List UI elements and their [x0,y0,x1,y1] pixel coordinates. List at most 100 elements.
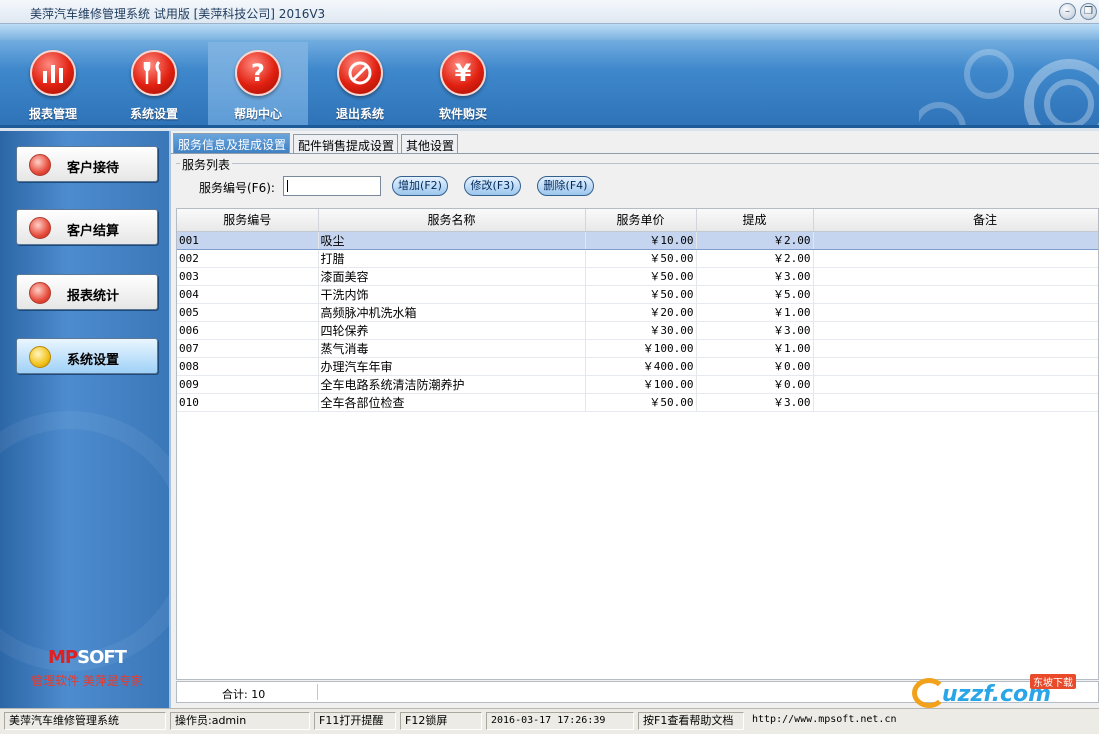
cell-note [813,231,1098,250]
tab-parts-commission[interactable]: 配件销售提成设置 [293,134,398,154]
cell-name: 高频脉冲机洗水箱 [318,303,586,322]
status-app-name: 美萍汽车维修管理系统 [4,712,166,730]
logo-mp-part: MP [48,647,78,668]
cell-commission: ￥2.00 [696,231,814,250]
cell-code: 007 [177,339,319,358]
red-dot-icon [29,217,51,239]
cell-price: ￥20.00 [585,303,697,322]
table-row[interactable]: 006 四轮保养 ￥30.00 ￥3.00 [177,321,1098,340]
text-caret [287,180,288,192]
cell-price: ￥50.00 [585,285,697,304]
restore-icon: ❐ [1084,6,1093,17]
cell-note [813,285,1098,304]
table-row[interactable]: 004 干洗内饰 ￥50.00 ￥5.00 [177,285,1098,304]
footer-divider [317,684,318,700]
status-f12-lock[interactable]: F12锁屏 [400,712,482,730]
tools-icon [131,50,177,96]
cell-note [813,375,1098,394]
delete-button[interactable]: 删除(F4) [537,176,594,196]
status-f11-reminder[interactable]: F11打开提醒 [314,712,396,730]
minimize-button[interactable]: – [1059,3,1076,20]
help-icon: ? [235,50,281,96]
table-row[interactable]: 002 打腊 ￥50.00 ￥2.00 [177,249,1098,268]
yen-icon: ¥ [440,50,486,96]
toolbar-exit-button[interactable]: 退出系统 [310,42,410,125]
red-dot-icon [29,282,51,304]
sidebar-report-label: 报表统计 [67,289,120,304]
toolbar-help-label: 帮助中心 [233,107,282,121]
cell-name: 四轮保养 [318,321,586,340]
cell-commission: ￥2.00 [696,249,814,268]
yellow-dot-icon [29,346,51,368]
column-header-commission[interactable]: 提成 [696,209,814,232]
column-header-price[interactable]: 服务单价 [585,209,697,232]
restore-button[interactable]: ❐ [1080,3,1097,20]
cell-code: 010 [177,393,319,412]
column-header-note[interactable]: 备注 [813,209,1098,232]
cell-code: 004 [177,285,319,304]
cell-commission: ￥0.00 [696,357,814,376]
table-row[interactable]: 010 全车各部位检查 ￥50.00 ￥3.00 [177,393,1098,412]
column-header-code[interactable]: 服务编号 [177,209,319,232]
window-title: 美萍汽车维修管理系统 试用版 [美萍科技公司] 2016V3 [30,7,326,21]
sidebar-checkout-button[interactable]: 客户结算 [16,209,158,245]
status-operator: 操作员:admin [170,712,310,730]
toolbar-help-button[interactable]: ? 帮助中心 [208,42,308,125]
prohibit-icon [337,50,383,96]
table-row[interactable]: 005 高频脉冲机洗水箱 ￥20.00 ￥1.00 [177,303,1098,322]
cell-price: ￥50.00 [585,393,697,412]
status-datetime: 2016-03-17 17:26:39 [486,712,634,730]
status-url[interactable]: http://www.mpsoft.net.cn [748,712,918,730]
sidebar-report-button[interactable]: 报表统计 [16,274,158,310]
table-row[interactable]: 008 办理汽车年审 ￥400.00 ￥0.00 [177,357,1098,376]
sidebar-settings-button[interactable]: 系统设置 [16,338,158,374]
minimize-icon: – [1065,6,1070,17]
cell-name: 全车电路系统清洁防潮养护 [318,375,586,394]
tab-divider [171,153,1099,154]
cell-name: 全车各部位检查 [318,393,586,412]
add-button[interactable]: 增加(F2) [392,176,448,196]
tab-other-settings[interactable]: 其他设置 [401,134,458,154]
service-code-input[interactable] [283,176,381,196]
table-row[interactable]: 003 漆面美容 ￥50.00 ￥3.00 [177,267,1098,286]
cell-name: 打腊 [318,249,586,268]
toolbar-buy-button[interactable]: ¥ 软件购买 [413,42,513,125]
toolbar-report-button[interactable]: 报表管理 [3,42,103,125]
tab-service-info[interactable]: 服务信息及提成设置 [173,133,290,154]
table-header-row: 服务编号 服务名称 服务单价 提成 备注 [177,209,1098,232]
cell-name: 干洗内饰 [318,285,586,304]
table-row[interactable]: 007 蒸气消毒 ￥100.00 ￥1.00 [177,339,1098,358]
cell-code: 001 [177,231,319,250]
edit-button[interactable]: 修改(F3) [464,176,521,196]
table-row[interactable]: 001 吸尘 ￥10.00 ￥2.00 [177,231,1098,250]
cell-commission: ￥3.00 [696,393,814,412]
cell-name: 办理汽车年审 [318,357,586,376]
cell-note [813,321,1098,340]
cell-code: 002 [177,249,319,268]
cell-price: ￥100.00 [585,375,697,394]
cell-name: 漆面美容 [318,267,586,286]
app-window: 美萍汽车维修管理系统 试用版 [美萍科技公司] 2016V3 – ❐ 报表管理 … [0,0,1099,734]
cell-code: 008 [177,357,319,376]
decorative-rings-icon [919,49,1099,125]
status-help[interactable]: 按F1查看帮助文档 [638,712,744,730]
cell-price: ￥50.00 [585,249,697,268]
cell-name: 蒸气消毒 [318,339,586,358]
column-header-name[interactable]: 服务名称 [318,209,586,232]
watermark-badge: 东坡下载 [1030,674,1076,689]
main-toolbar: 报表管理 系统设置 ? 帮助中心 退出系统 ¥ 软件购买 [0,24,1099,128]
cell-code: 009 [177,375,319,394]
table-row[interactable]: 009 全车电路系统清洁防潮养护 ￥100.00 ￥0.00 [177,375,1098,394]
cell-note [813,267,1098,286]
cell-price: ￥100.00 [585,339,697,358]
bar-chart-icon [30,50,76,96]
total-count: 合计: 10 [222,688,266,701]
cell-commission: ￥0.00 [696,375,814,394]
toolbar-report-label: 报表管理 [28,107,77,121]
sidebar-reception-button[interactable]: 客户接待 [16,146,158,182]
toolbar-settings-label: 系统设置 [129,107,178,121]
cell-commission: ￥5.00 [696,285,814,304]
cell-code: 003 [177,267,319,286]
toolbar-settings-button[interactable]: 系统设置 [104,42,204,125]
mpsoft-logo: MPSOFT 管理软件 美萍是专家 [22,647,152,689]
